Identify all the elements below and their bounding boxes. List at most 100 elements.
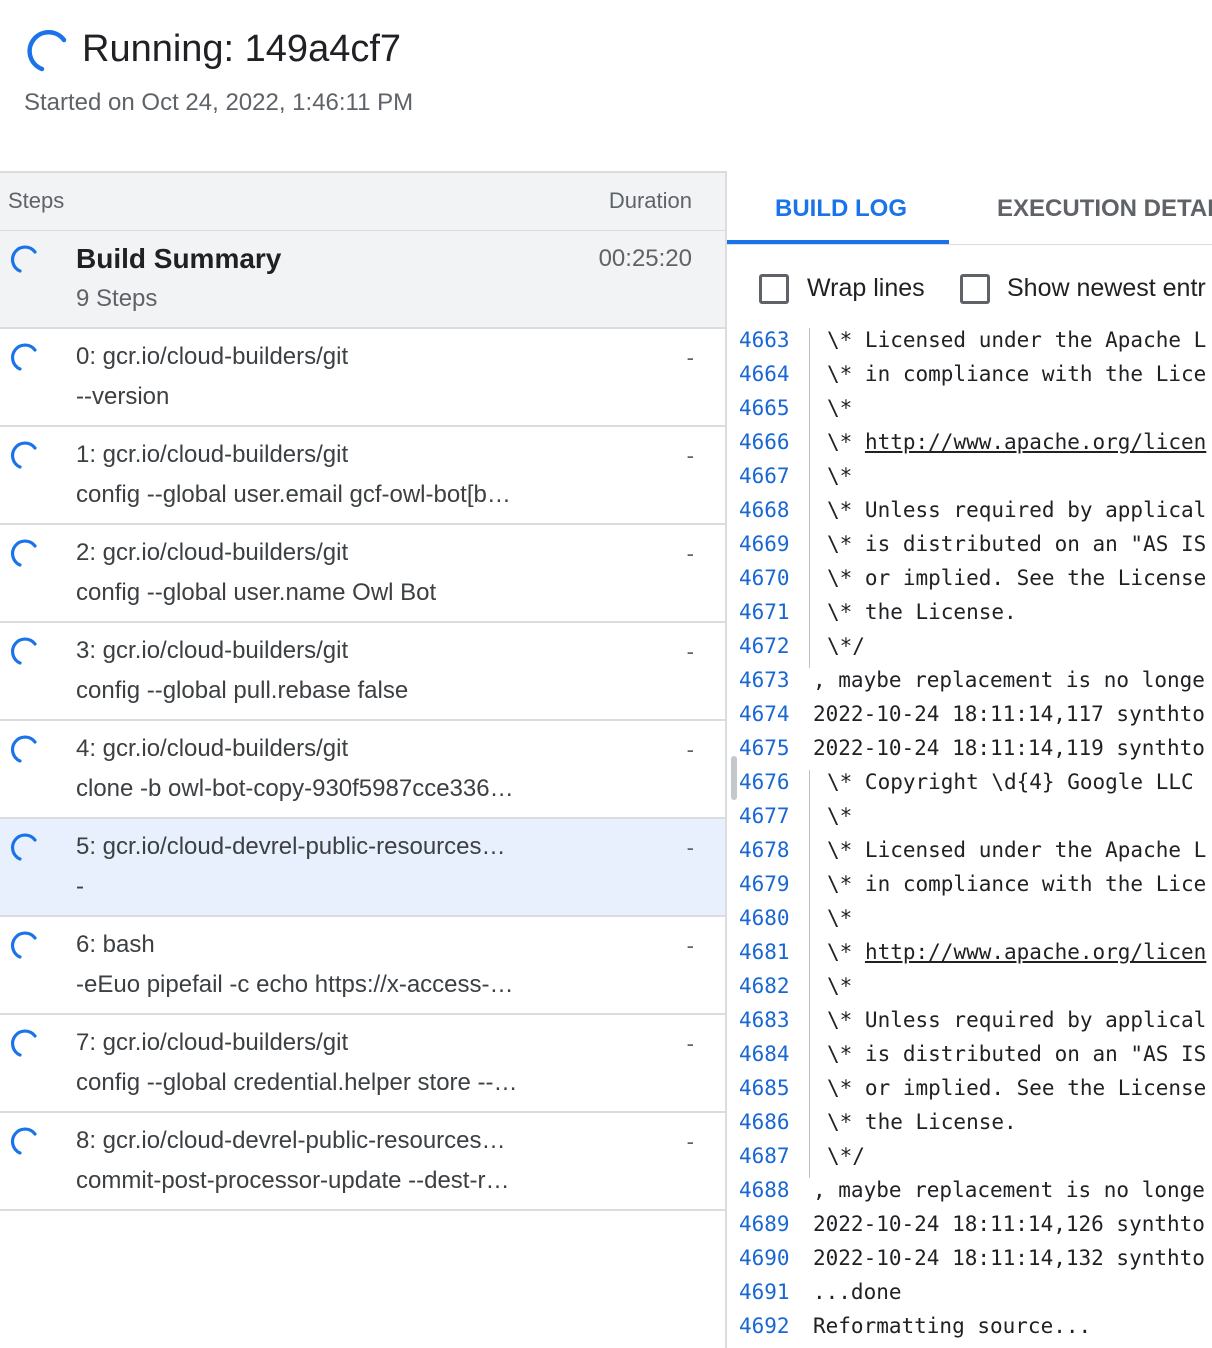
show-newest-label[interactable]: Show newest entr [1007, 274, 1206, 303]
log-line-number: 4677 [739, 804, 790, 828]
spinner-icon [10, 735, 37, 763]
log-line: 4692 Reformatting source... [727, 1314, 1212, 1348]
log-line-text: \* Copyright \d{4} Google LLC [827, 770, 1194, 794]
log-indent-guide [809, 906, 810, 940]
step-name: 4: gcr.io/cloud-builders/git [76, 735, 349, 762]
step-row[interactable]: 1: gcr.io/cloud-builders/git config --glo… [0, 427, 726, 525]
log-indent-guide [809, 634, 810, 668]
spinner-icon [10, 343, 37, 371]
step-name: 2: gcr.io/cloud-builders/git [76, 539, 349, 566]
log-indent-guide [809, 1110, 810, 1144]
log-line-number: 4676 [739, 770, 790, 794]
duration-column-header: Duration [608, 188, 692, 213]
log-line-number: 4684 [739, 1042, 790, 1066]
tab-execution-details[interactable]: EXECUTION DETAI [997, 195, 1212, 223]
step-row[interactable]: 5: gcr.io/cloud-devrel-public-resources…… [0, 819, 726, 917]
wrap-lines-checkbox[interactable] [759, 274, 789, 304]
step-row[interactable]: 2: gcr.io/cloud-builders/git config --glo… [0, 525, 726, 623]
log-indent-guide [809, 804, 810, 838]
log-line-text: \* in compliance with the Lice [827, 362, 1207, 386]
step-row[interactable]: 3: gcr.io/cloud-builders/git config --glo… [0, 623, 726, 721]
log-line-text: 2022-10-24 18:11:14,126 synthto [813, 1212, 1205, 1236]
log-line-number: 4678 [739, 838, 790, 862]
log-line: 4681 \* http://www.apache.org/licen [727, 940, 1212, 974]
wrap-lines-label[interactable]: Wrap lines [807, 274, 925, 303]
tab-build-log[interactable]: BUILD LOG [775, 195, 907, 223]
log-line-link: \* http://www.apache.org/licen [827, 430, 1207, 454]
log-line: 4671 \* the License. [727, 600, 1212, 634]
log-indent-guide [809, 362, 810, 396]
build-log-viewer[interactable]: 4663 \* Licensed under the Apache L 4664 \*… [727, 328, 1212, 1348]
log-line: 4683 \* Unless required by applical [727, 1008, 1212, 1042]
log-line-number: 4672 [739, 634, 790, 658]
log-line: 4676 \* Copyright \d{4} Google LLC [727, 770, 1212, 804]
log-line: 4672 \*/ [727, 634, 1212, 668]
log-line: 4677 \* [727, 804, 1212, 838]
spinner-icon [10, 833, 37, 861]
spinner-icon [10, 539, 37, 567]
log-indent-guide [809, 1008, 810, 1042]
log-line-number: 4691 [739, 1280, 790, 1304]
log-line-text: \* or implied. See the License [827, 1076, 1207, 1100]
log-line-number: 4688 [739, 1178, 790, 1202]
step-row[interactable]: 7: gcr.io/cloud-builders/git config --glo… [0, 1015, 726, 1113]
log-line: 4682 \* [727, 974, 1212, 1008]
step-args: --version [76, 383, 170, 410]
log-line-text: Reformatting source... [813, 1314, 1092, 1338]
log-line: 4668 \* Unless required by applical [727, 498, 1212, 532]
step-duration: - [686, 737, 694, 762]
step-duration: - [686, 1129, 694, 1154]
step-args: config --global credential.helper store … [76, 1069, 518, 1096]
build-summary-row[interactable]: Build Summary 9 Steps 00:25:20 [0, 231, 726, 329]
log-line-text: \* is distributed on an "AS IS [827, 1042, 1207, 1066]
log-line: 4689 2022-10-24 18:11:14,126 synthto [727, 1212, 1212, 1246]
step-duration: - [686, 443, 694, 468]
log-line-text: 2022-10-24 18:11:14,119 synthto [813, 736, 1205, 760]
step-name: 3: gcr.io/cloud-builders/git [76, 637, 349, 664]
build-summary-duration: 00:25:20 [598, 245, 692, 272]
log-line: 4684 \* is distributed on an "AS IS [727, 1042, 1212, 1076]
log-line-text: \*/ [827, 634, 865, 658]
step-name: 5: gcr.io/cloud-devrel-public-resources… [76, 833, 506, 860]
log-line-number: 4681 [739, 940, 790, 964]
log-line-number: 4686 [739, 1110, 790, 1134]
log-line-text: , maybe replacement is no longe [813, 668, 1205, 692]
log-line: 4665 \* [727, 396, 1212, 430]
license-url-link[interactable]: http://www.apache.org/licen [865, 940, 1206, 964]
log-line-text: \* [827, 974, 853, 998]
log-line-number: 4683 [739, 1008, 790, 1032]
log-panel: BUILD LOG EXECUTION DETAI Wrap lines Sho… [727, 171, 1212, 1348]
log-line: 4680 \* [727, 906, 1212, 940]
log-line: 4675 2022-10-24 18:11:14,119 synthto [727, 736, 1212, 770]
steps-panel: Steps Duration Build Summary 9 Steps 00:… [0, 171, 726, 1348]
log-indent-guide [809, 1144, 810, 1178]
log-line-text: \* Licensed under the Apache L [827, 328, 1207, 352]
license-url-link[interactable]: http://www.apache.org/licen [865, 430, 1206, 454]
step-row[interactable]: 0: gcr.io/cloud-builders/git --version - [0, 329, 726, 427]
log-indent-guide [809, 396, 810, 430]
step-row[interactable]: 4: gcr.io/cloud-builders/git clone -b owl… [0, 721, 726, 819]
log-line-number: 4667 [739, 464, 790, 488]
step-row[interactable]: 8: gcr.io/cloud-devrel-public-resources…… [0, 1113, 726, 1211]
log-line-number: 4673 [739, 668, 790, 692]
log-line: 4669 \* is distributed on an "AS IS [727, 532, 1212, 566]
log-line-number: 4685 [739, 1076, 790, 1100]
step-name: 0: gcr.io/cloud-builders/git [76, 343, 349, 370]
log-line-number: 4689 [739, 1212, 790, 1236]
log-line-text: \* Unless required by applical [827, 1008, 1207, 1032]
log-line: 4690 2022-10-24 18:11:14,132 synthto [727, 1246, 1212, 1280]
log-line: 4688 , maybe replacement is no longe [727, 1178, 1212, 1212]
step-row[interactable]: 6: bash -eEuo pipefail -c echo https://x-… [0, 917, 726, 1015]
step-args: commit-post-processor-update --dest-r… [76, 1167, 510, 1194]
page-subtitle: Started on Oct 24, 2022, 1:46:11 PM [24, 89, 414, 116]
spinner-icon [10, 441, 37, 469]
log-line-text: \* or implied. See the License [827, 566, 1207, 590]
log-line-number: 4674 [739, 702, 790, 726]
steps-column-header: Steps [8, 188, 65, 213]
log-line-text: \* in compliance with the Lice [827, 872, 1207, 896]
log-line-text: \* [827, 464, 853, 488]
log-indent-guide [809, 566, 810, 600]
log-line-text: \* Unless required by applical [827, 498, 1207, 522]
log-line-number: 4679 [739, 872, 790, 896]
show-newest-checkbox[interactable] [960, 274, 990, 304]
